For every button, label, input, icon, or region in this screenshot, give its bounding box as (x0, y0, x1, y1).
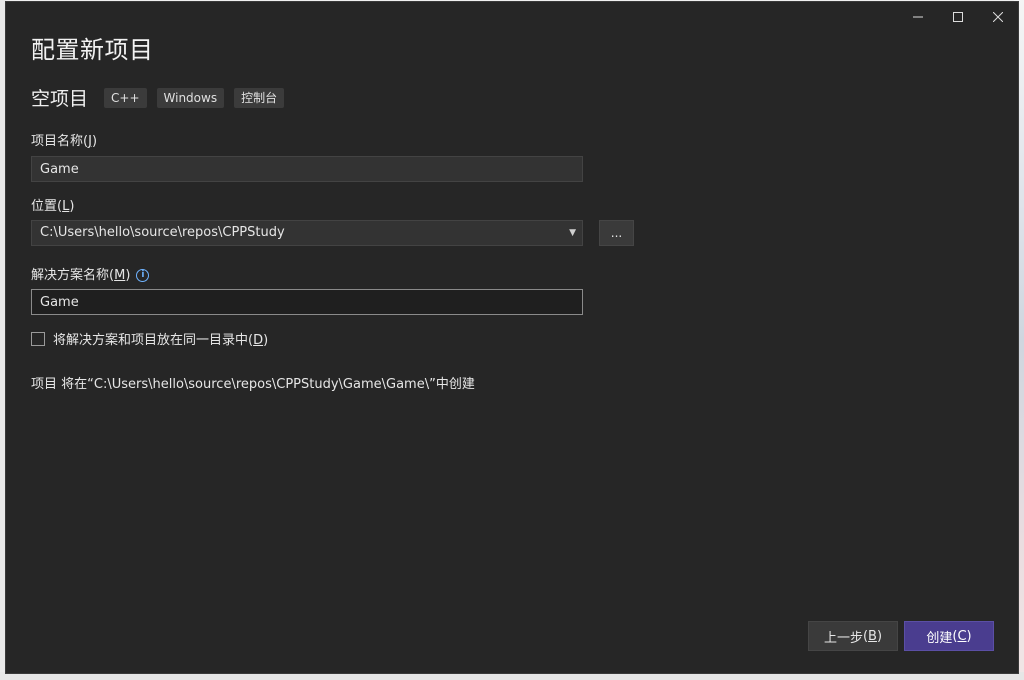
minimize-button[interactable] (898, 2, 938, 32)
project-name-label: 项目名称(J) (31, 134, 98, 149)
location-value: C:\Users\hello\source\repos\CPPStudy (40, 225, 285, 240)
page-title: 配置新项目 (31, 36, 154, 64)
template-summary: 空项目 C++ Windows 控制台 (31, 84, 294, 111)
back-button[interactable]: 上一步(B) (808, 621, 898, 651)
maximize-icon (953, 12, 963, 22)
tag-project-type: 控制台 (234, 87, 285, 108)
close-icon (993, 12, 1003, 22)
project-name-input[interactable] (31, 156, 583, 182)
create-button[interactable]: 创建(C) (904, 621, 994, 651)
window-controls (898, 2, 1018, 32)
same-directory-option[interactable]: 将解决方案和项目放在同一目录中(D) (31, 329, 268, 348)
location-combobox[interactable]: C:\Users\hello\source\repos\CPPStudy ▼ (31, 220, 583, 246)
solution-name-label: 解决方案名称(M) i (31, 264, 150, 283)
tag-platform: Windows (156, 87, 225, 108)
browse-button[interactable]: ... (599, 220, 634, 246)
dropdown-arrow-icon[interactable]: ▼ (569, 221, 576, 245)
tag-language: C++ (104, 87, 147, 108)
configure-project-dialog: 配置新项目 空项目 C++ Windows 控制台 项目名称(J) 位置(L) … (5, 1, 1019, 674)
info-icon[interactable]: i (136, 269, 150, 282)
close-button[interactable] (978, 2, 1018, 32)
solution-name-input[interactable] (31, 289, 583, 315)
template-name: 空项目 (31, 88, 89, 110)
same-directory-checkbox[interactable] (31, 331, 45, 346)
location-label: 位置(L) (31, 199, 75, 214)
same-directory-label[interactable]: 将解决方案和项目放在同一目录中(D) (53, 329, 268, 348)
minimize-icon (913, 16, 923, 18)
maximize-button[interactable] (938, 2, 978, 32)
project-path-info: 项目 将在“C:\Users\hello\source\repos\CPPStu… (31, 377, 475, 392)
